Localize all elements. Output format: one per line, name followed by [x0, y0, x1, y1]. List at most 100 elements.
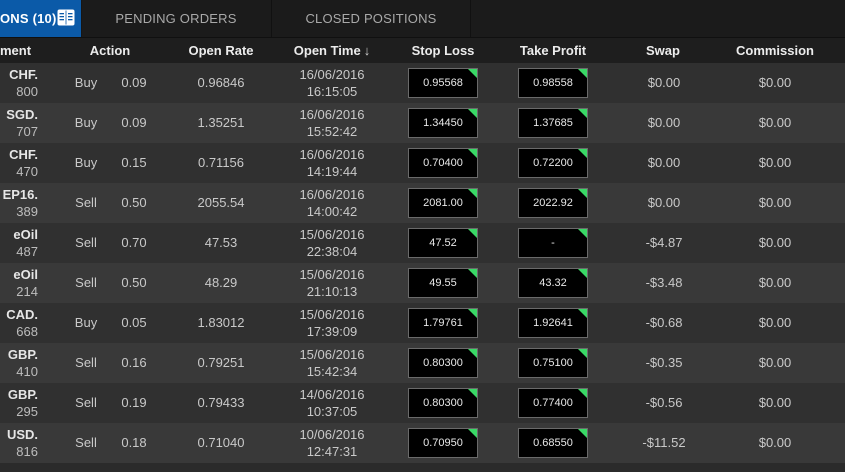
instrument-symbol: SGD. — [6, 107, 38, 122]
tab-pending-orders[interactable]: PENDING ORDERS — [81, 0, 272, 37]
instrument-symbol: EP16. — [2, 187, 38, 202]
instrument-symbol: USD. — [6, 427, 38, 442]
instrument-cell: CHF. 800 — [0, 66, 38, 100]
positions-table: CHF. 800 Buy 0.09 0.96846 16/06/2016 16:… — [0, 63, 845, 463]
take-profit-field[interactable]: 1.92641 — [518, 308, 588, 338]
stop-loss-field[interactable]: 0.95568 — [408, 68, 478, 98]
open-clock: 14:19:44 — [306, 164, 358, 179]
col-action[interactable]: Action — [75, 38, 145, 63]
col-open-time-label: Open Time — [293, 43, 361, 58]
take-profit-field[interactable]: 1.37685 — [518, 108, 588, 138]
col-open-time[interactable]: Open Time ↓ — [282, 38, 382, 63]
take-profit-field[interactable]: 0.68550 — [518, 428, 588, 458]
col-open-rate[interactable]: Open Rate — [178, 38, 264, 63]
col-take-profit[interactable]: Take Profit — [508, 38, 598, 63]
tab-closed-positions-label: CLOSED POSITIONS — [305, 11, 437, 26]
position-id: 800 — [16, 84, 38, 99]
edit-marker-icon — [578, 229, 587, 238]
take-profit-field[interactable]: 2022.92 — [518, 188, 588, 218]
edit-marker-icon — [578, 349, 587, 358]
col-instrument[interactable]: ment — [0, 38, 34, 63]
stop-loss-field[interactable]: 47.52 — [408, 228, 478, 258]
stop-loss-field[interactable]: 49.55 — [408, 268, 478, 298]
instrument-symbol: eOil — [13, 267, 38, 282]
stop-loss-value: 0.80300 — [423, 397, 463, 409]
stop-loss-field[interactable]: 0.80300 — [408, 388, 478, 418]
stop-loss-field[interactable]: 2081.00 — [408, 188, 478, 218]
col-stop-loss[interactable]: Stop Loss — [400, 38, 486, 63]
tab-open-positions[interactable]: ONS (10) — [0, 0, 81, 37]
edit-marker-icon — [468, 269, 477, 278]
swap-value: -$3.48 — [645, 275, 683, 290]
stop-loss-value: 0.70950 — [423, 437, 463, 449]
action-side: Sell — [75, 235, 97, 250]
tab-open-positions-label: ONS (10) — [0, 11, 57, 26]
instrument-cell: CAD. 668 — [0, 306, 38, 340]
action-amount: 0.70 — [121, 235, 147, 250]
table-row[interactable]: GBP. 410 Sell 0.16 0.79251 15/06/2016 15… — [0, 343, 845, 383]
table-row[interactable]: CHF. 800 Buy 0.09 0.96846 16/06/2016 16:… — [0, 63, 845, 103]
instrument-symbol: CAD. — [6, 307, 38, 322]
action-amount: 0.05 — [121, 315, 147, 330]
open-time: 16/06/2016 15:52:42 — [282, 106, 382, 140]
stop-loss-field[interactable]: 1.79761 — [408, 308, 478, 338]
table-row[interactable]: eOil 487 Sell 0.70 47.53 15/06/2016 22:3… — [0, 223, 845, 263]
open-rate: 48.29 — [204, 275, 238, 290]
edit-marker-icon — [578, 69, 587, 78]
tab-divider — [81, 0, 82, 37]
commission-value: $0.00 — [758, 75, 792, 90]
stop-loss-field[interactable]: 0.70400 — [408, 148, 478, 178]
tab-closed-positions[interactable]: CLOSED POSITIONS — [272, 0, 471, 37]
action-amount: 0.50 — [121, 275, 147, 290]
tab-pending-orders-label: PENDING ORDERS — [115, 11, 237, 26]
table-row[interactable]: CAD. 668 Buy 0.05 1.83012 15/06/2016 17:… — [0, 303, 845, 343]
position-id: 214 — [16, 284, 38, 299]
edit-marker-icon — [468, 149, 477, 158]
take-profit-field[interactable]: 0.72200 — [518, 148, 588, 178]
position-id: 816 — [16, 444, 38, 459]
take-profit-value: 0.75100 — [533, 357, 573, 369]
open-date: 14/06/2016 — [299, 387, 365, 402]
action-amount: 0.50 — [121, 195, 147, 210]
table-row[interactable]: EP16. 389 Sell 0.50 2055.54 16/06/2016 1… — [0, 183, 845, 223]
take-profit-field[interactable]: 0.98558 — [518, 68, 588, 98]
open-time: 16/06/2016 16:15:05 — [282, 66, 382, 100]
edit-marker-icon — [468, 389, 477, 398]
instrument-symbol: eOil — [13, 227, 38, 242]
position-id: 470 — [16, 164, 38, 179]
table-row[interactable]: CHF. 470 Buy 0.15 0.71156 16/06/2016 14:… — [0, 143, 845, 183]
swap-value: -$11.52 — [642, 435, 686, 450]
swap-value: $0.00 — [647, 75, 681, 90]
instrument-cell: eOil 214 — [0, 266, 38, 300]
table-row[interactable]: eOil 214 Sell 0.50 48.29 15/06/2016 21:1… — [0, 263, 845, 303]
action-side: Sell — [75, 435, 97, 450]
table-row[interactable]: GBP. 295 Sell 0.19 0.79433 14/06/2016 10… — [0, 383, 845, 423]
open-clock: 14:00:42 — [306, 204, 358, 219]
take-profit-field[interactable]: 0.77400 — [518, 388, 588, 418]
swap-value: $0.00 — [647, 195, 681, 210]
book-list-icon[interactable] — [57, 9, 75, 26]
open-rate: 0.79251 — [197, 355, 245, 370]
take-profit-field[interactable]: 0.75100 — [518, 348, 588, 378]
action-amount: 0.18 — [121, 435, 147, 450]
take-profit-value: 1.37685 — [533, 117, 573, 129]
stop-loss-field[interactable]: 0.80300 — [408, 348, 478, 378]
open-time: 15/06/2016 17:39:09 — [282, 306, 382, 340]
col-swap[interactable]: Swap — [628, 38, 698, 63]
open-time: 16/06/2016 14:19:44 — [282, 146, 382, 180]
take-profit-field[interactable]: 43.32 — [518, 268, 588, 298]
open-rate: 0.71040 — [197, 435, 245, 450]
stop-loss-field[interactable]: 1.34450 — [408, 108, 478, 138]
col-commission[interactable]: Commission — [730, 38, 820, 63]
instrument-cell: SGD. 707 — [0, 106, 38, 140]
table-row[interactable]: USD. 816 Sell 0.18 0.71040 10/06/2016 12… — [0, 423, 845, 463]
take-profit-field[interactable]: - — [518, 228, 588, 258]
table-row[interactable]: SGD. 707 Buy 0.09 1.35251 16/06/2016 15:… — [0, 103, 845, 143]
commission-value: $0.00 — [758, 275, 792, 290]
tab-bar: ONS (10) PENDING ORDERS CLOSED POSITIONS — [0, 0, 845, 38]
arrow-down-icon[interactable]: ↓ — [364, 43, 371, 58]
take-profit-value: 0.77400 — [533, 397, 573, 409]
commission-value: $0.00 — [758, 435, 792, 450]
stop-loss-field[interactable]: 0.70950 — [408, 428, 478, 458]
open-rate: 0.79433 — [197, 395, 245, 410]
